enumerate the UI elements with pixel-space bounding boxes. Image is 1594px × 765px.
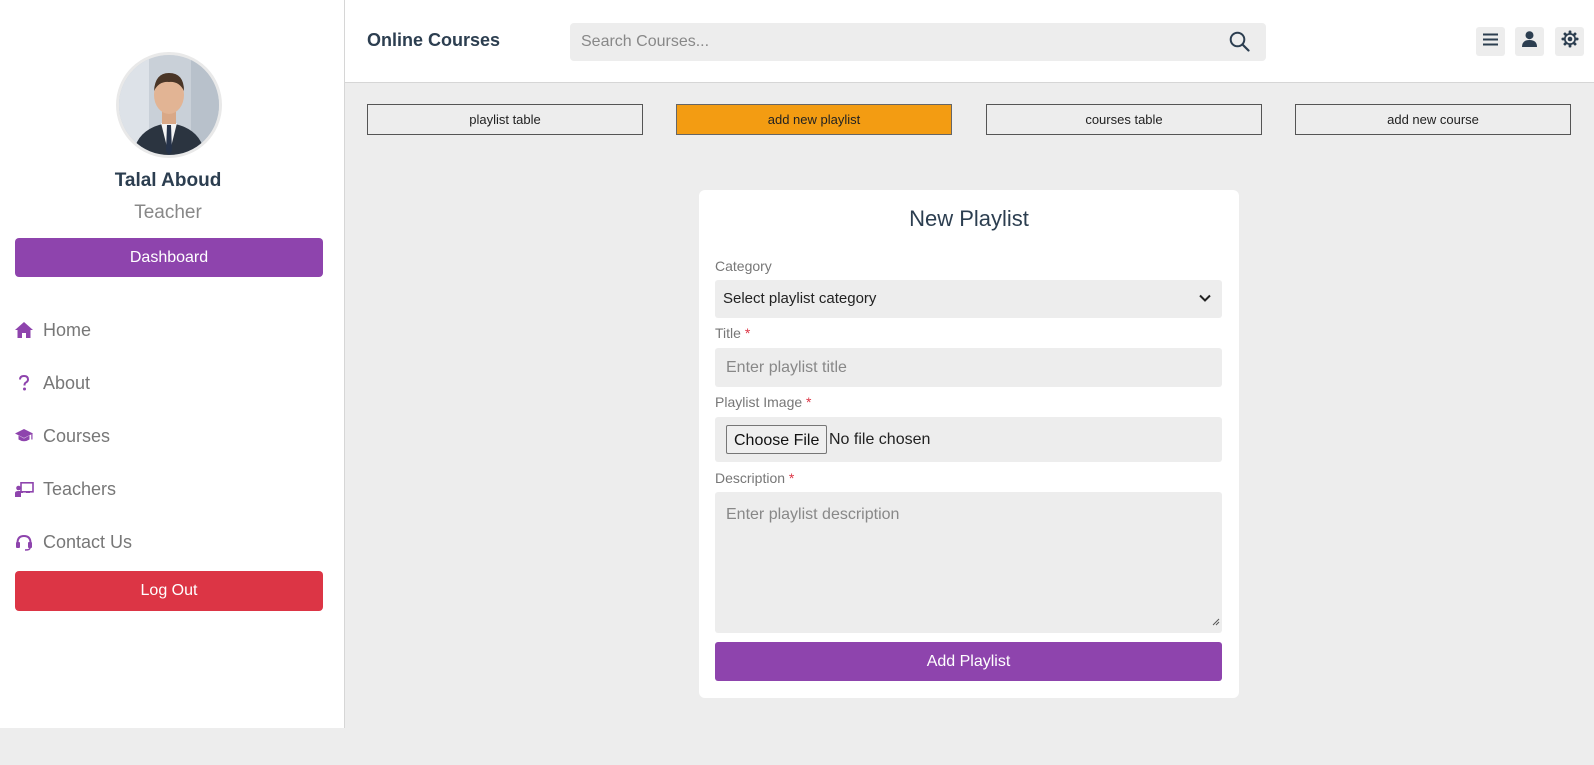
sidebar-item-label: Teachers <box>43 478 117 499</box>
header: Online Courses Search Courses... <box>345 0 1594 83</box>
resize-handle-icon[interactable] <box>1212 613 1220 631</box>
tab-courses-table[interactable]: courses table <box>986 104 1262 135</box>
menu-icon <box>1483 33 1498 51</box>
tab-playlist-table[interactable]: playlist table <box>367 104 643 135</box>
settings-button[interactable] <box>1555 27 1584 56</box>
user-icon <box>1522 31 1537 52</box>
search-placeholder: Search Courses... <box>581 33 710 50</box>
category-selected-value: Select playlist category <box>723 290 877 307</box>
form-title: New Playlist <box>909 206 1029 231</box>
sidebar-item-label: About <box>43 372 91 393</box>
title-placeholder: Enter playlist title <box>726 359 847 376</box>
choose-file-button[interactable]: Choose File <box>726 425 828 454</box>
sidebar-item-label: Courses <box>43 425 111 446</box>
title-label: Title * <box>715 325 751 341</box>
image-file-input[interactable]: Choose File No file chosen <box>715 417 1222 462</box>
sidebar-item-teachers[interactable]: Teachers <box>14 477 116 501</box>
new-playlist-form: New Playlist Category Select playlist ca… <box>699 190 1239 698</box>
settings-icon <box>1561 30 1579 53</box>
chalkboard-teacher-icon <box>14 479 34 499</box>
sidebar-item-contact[interactable]: Contact Us <box>14 530 132 554</box>
avatar <box>116 52 222 158</box>
sidebar: Talal Aboud Teacher Dashboard Home About… <box>0 0 345 728</box>
brand-title: Online Courses <box>367 30 501 50</box>
description-label: Description * <box>715 470 795 486</box>
description-placeholder: Enter playlist description <box>726 506 900 523</box>
sidebar-item-home[interactable]: Home <box>14 318 91 342</box>
user-role: Teacher <box>134 202 202 223</box>
sidebar-item-about[interactable]: About <box>14 371 90 395</box>
headset-icon <box>14 532 34 552</box>
search-icon[interactable] <box>1229 31 1250 57</box>
logout-button[interactable]: Log Out <box>15 571 323 611</box>
tab-add-new-course[interactable]: add new course <box>1295 104 1571 135</box>
description-textarea[interactable]: Enter playlist description <box>715 492 1222 633</box>
category-label: Category <box>715 258 772 274</box>
no-file-text: No file chosen <box>829 431 931 448</box>
sidebar-item-label: Home <box>43 319 92 340</box>
dashboard-button[interactable]: Dashboard <box>15 238 323 277</box>
user-name: Talal Aboud <box>114 170 222 191</box>
chevron-down-icon <box>1198 291 1212 310</box>
user-button[interactable] <box>1515 27 1544 56</box>
add-playlist-button[interactable]: Add Playlist <box>715 642 1222 681</box>
question-icon <box>14 373 34 393</box>
sidebar-item-label: Contact Us <box>43 531 133 552</box>
title-input[interactable]: Enter playlist title <box>715 348 1222 387</box>
tab-add-new-playlist[interactable]: add new playlist <box>676 104 952 135</box>
graduation-cap-icon <box>14 426 34 446</box>
menu-button[interactable] <box>1476 27 1505 56</box>
image-label: Playlist Image * <box>715 394 812 410</box>
sidebar-item-courses[interactable]: Courses <box>14 424 110 448</box>
search-input[interactable]: Search Courses... <box>570 23 1266 61</box>
category-select[interactable]: Select playlist category <box>715 280 1222 318</box>
home-icon <box>14 320 34 340</box>
